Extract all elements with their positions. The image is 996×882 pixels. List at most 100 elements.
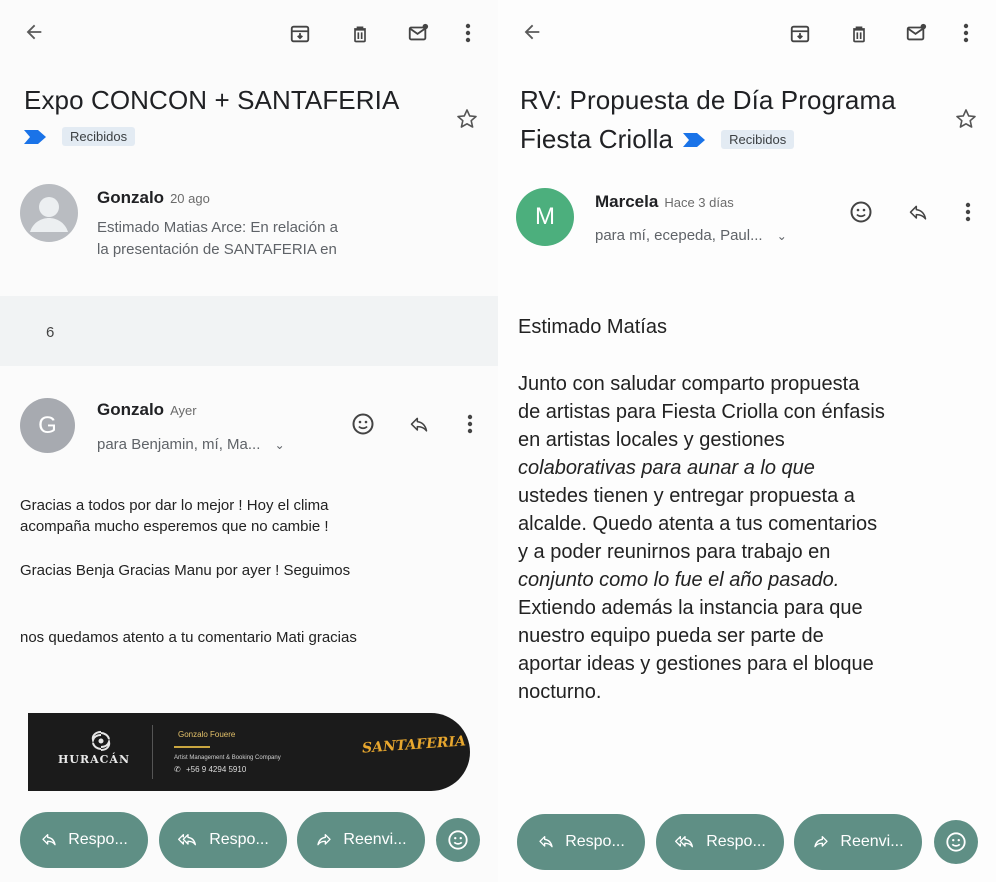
importance-marker-icon bbox=[683, 132, 706, 147]
collapsed-messages[interactable] bbox=[0, 296, 498, 366]
email-subject-row2: Fiesta Criolla Recibidos bbox=[520, 121, 795, 158]
message-body-line: nocturno. bbox=[518, 681, 602, 703]
message-time: Hace 3 días bbox=[664, 195, 734, 210]
reply-button-label: Respo... bbox=[68, 831, 128, 848]
more-vert-icon[interactable] bbox=[458, 19, 478, 47]
more-vert-icon[interactable] bbox=[460, 411, 480, 437]
emoji-icon bbox=[946, 832, 966, 852]
message-body-line: colaborativas para aunar a lo que bbox=[518, 457, 815, 479]
emoji-reaction-button[interactable] bbox=[436, 818, 480, 862]
signature-name: Gonzalo Fouere bbox=[178, 730, 236, 739]
back-arrow-icon[interactable] bbox=[20, 18, 48, 46]
recipients[interactable]: para mí, ecepeda, Paul... ⌄ bbox=[595, 227, 787, 244]
forward-button[interactable]: Reenvi... bbox=[794, 814, 922, 870]
reply-button[interactable]: Respo... bbox=[517, 814, 645, 870]
whatsapp-icon: ✆ bbox=[174, 765, 181, 774]
emoji-icon bbox=[448, 830, 468, 850]
reply-icon bbox=[42, 834, 56, 846]
reply-icon[interactable] bbox=[405, 411, 433, 439]
email-signature-banner: HURACÁN Gonzalo Fouere Artist Management… bbox=[28, 713, 470, 791]
emoji-reaction-button[interactable] bbox=[934, 820, 978, 864]
message-body-line: de artistas para Fiesta Criolla con énfa… bbox=[518, 401, 885, 423]
reply-all-icon bbox=[178, 834, 197, 846]
email-subject: Expo CONCON + SANTAFERIA bbox=[24, 85, 400, 115]
forward-icon bbox=[814, 836, 829, 848]
archive-icon[interactable] bbox=[786, 20, 814, 48]
recipients[interactable]: para Benjamin, mí, Ma... ⌄ bbox=[97, 436, 285, 453]
signature-divider bbox=[152, 725, 153, 779]
signature-brand: HURACÁN bbox=[58, 753, 131, 766]
forward-button-label: Reenvi... bbox=[343, 831, 407, 848]
back-arrow-icon[interactable] bbox=[518, 18, 546, 46]
reply-button-label: Respo... bbox=[565, 833, 625, 850]
chevron-down-icon[interactable]: ⌄ bbox=[275, 438, 285, 452]
message-body-line: Junto con saludar comparto propuesta bbox=[518, 373, 860, 395]
star-icon[interactable] bbox=[452, 104, 482, 134]
sender-name: Gonzalo bbox=[97, 188, 165, 207]
delete-icon[interactable] bbox=[845, 20, 873, 48]
message-time: Ayer bbox=[170, 403, 197, 418]
reply-all-button[interactable]: Respo... bbox=[159, 812, 287, 868]
reply-all-button[interactable]: Respo... bbox=[656, 814, 784, 870]
message-body-line: nuestro equipo pueda ser parte de bbox=[518, 625, 824, 647]
signature-rule bbox=[174, 746, 210, 748]
signature-role: Artist Management & Booking Company bbox=[174, 755, 281, 761]
signature-partner: SANTAFERIA bbox=[361, 733, 467, 757]
more-vert-icon[interactable] bbox=[956, 19, 976, 47]
email-subject-line1: RV: Propuesta de Día Programa bbox=[520, 85, 896, 115]
message-body-line: acompaña mucho esperemos que no cambie ! bbox=[20, 518, 329, 535]
collapsed-count[interactable]: 6 bbox=[46, 324, 54, 341]
mark-unread-icon[interactable] bbox=[403, 19, 433, 47]
more-vert-icon[interactable] bbox=[958, 199, 978, 225]
message-body-line: Gracias Benja Gracias Manu por ayer ! Se… bbox=[20, 562, 351, 579]
message-body-line: nos quedamos atento a tu comentario Mati… bbox=[20, 629, 357, 646]
message-sender: Gonzalo Ayer bbox=[97, 400, 197, 420]
avatar: M bbox=[516, 188, 574, 246]
mark-unread-icon[interactable] bbox=[901, 19, 931, 47]
avatar-letter: M bbox=[535, 203, 555, 230]
sender-name: Gonzalo bbox=[97, 400, 165, 419]
email-subject-line2: Fiesta Criolla bbox=[520, 124, 674, 154]
sender-name: Marcela bbox=[595, 192, 659, 211]
label-chip-inbox[interactable]: Recibidos bbox=[62, 127, 136, 146]
message-body-line: en artistas locales y gestiones bbox=[518, 429, 785, 451]
reply-all-button-label: Respo... bbox=[209, 831, 269, 848]
message-greeting: Estimado Matías bbox=[518, 316, 667, 338]
avatar: G bbox=[20, 398, 75, 453]
person-icon bbox=[30, 197, 68, 232]
message-body-line: ustedes tienen y entregar propuesta a bbox=[518, 485, 855, 507]
reply-all-button-label: Respo... bbox=[706, 833, 766, 850]
message-body-line: y a poder reunirnos para trabajo en bbox=[518, 541, 831, 563]
avatar-letter: G bbox=[38, 411, 57, 439]
emoji-icon[interactable] bbox=[847, 198, 875, 226]
importance-marker-icon bbox=[24, 130, 46, 149]
message-snippet-line1: Estimado Matias Arce: En relación a bbox=[97, 219, 338, 236]
message-body: Junto con saludar comparto propuesta de … bbox=[518, 370, 988, 706]
message-sender: Marcela Hace 3 días bbox=[595, 192, 734, 212]
label-chip-inbox[interactable]: Recibidos bbox=[721, 130, 795, 149]
recipients-text: para mí, ecepeda, Paul... bbox=[595, 227, 763, 244]
forward-icon bbox=[317, 834, 332, 846]
delete-icon[interactable] bbox=[346, 20, 374, 48]
signature-logo-icon bbox=[88, 729, 114, 753]
star-icon[interactable] bbox=[951, 104, 981, 134]
avatar bbox=[20, 184, 78, 242]
left-email-screen: Expo CONCON + SANTAFERIA Recibidos Gonza… bbox=[0, 0, 498, 882]
message-body-line: alcalde. Quedo atenta a tus comentarios bbox=[518, 513, 878, 535]
reply-icon bbox=[539, 836, 553, 848]
forward-button[interactable]: Reenvi... bbox=[297, 812, 425, 868]
message-time: 20 ago bbox=[170, 191, 210, 206]
archive-icon[interactable] bbox=[286, 20, 314, 48]
chevron-down-icon[interactable]: ⌄ bbox=[777, 229, 787, 243]
reply-all-icon bbox=[675, 836, 694, 848]
emoji-icon[interactable] bbox=[349, 410, 377, 438]
reply-icon[interactable] bbox=[904, 199, 932, 227]
signature-phone: +56 9 4294 5910 bbox=[186, 765, 247, 774]
message-snippet-line2: la presentación de SANTAFERIA en bbox=[97, 241, 337, 258]
reply-button[interactable]: Respo... bbox=[20, 812, 148, 868]
recipients-text: para Benjamin, mí, Ma... bbox=[97, 436, 261, 453]
message-body-line: Extiendo además la instancia para que bbox=[518, 597, 863, 619]
forward-button-label: Reenvi... bbox=[840, 833, 904, 850]
right-email-screen: RV: Propuesta de Día Programa Fiesta Cri… bbox=[498, 0, 996, 882]
message-body-line: conjunto como lo fue el año pasado. bbox=[518, 569, 840, 591]
